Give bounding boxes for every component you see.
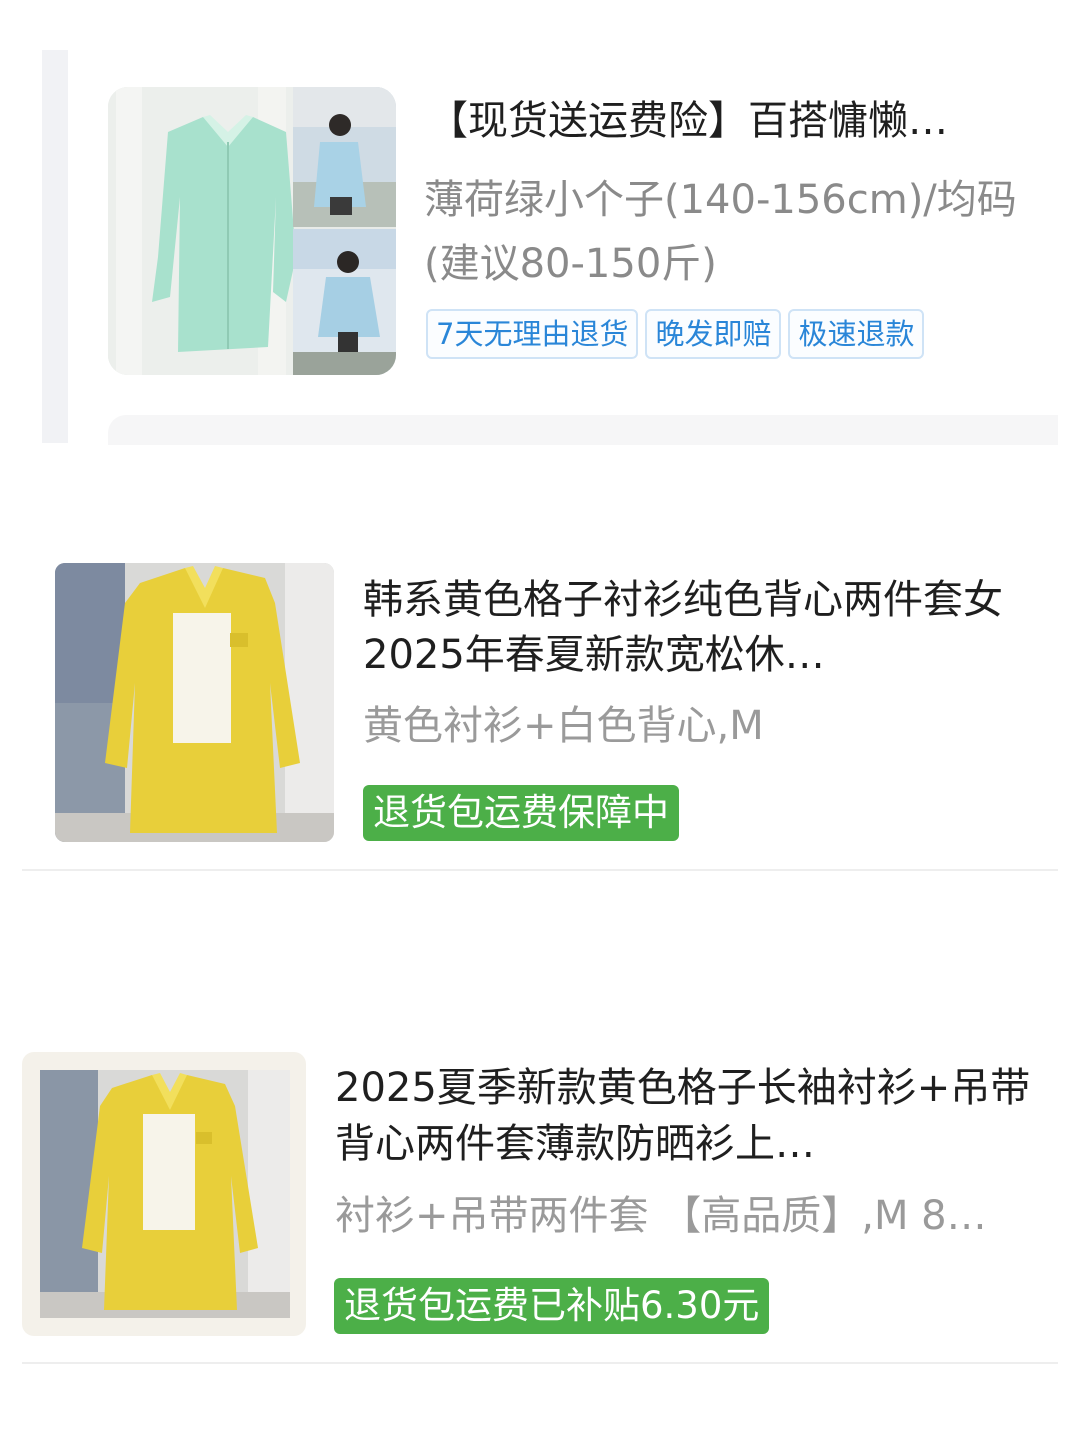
product-title[interactable]: 【现货送运费险】百搭慵懒… [428,92,1038,150]
product-title[interactable]: 韩系黄色格子衬衫纯色背心两件套女2025年春夏新款宽松休… [363,573,1033,683]
order-card-3[interactable]: 2025夏季新款黄色格子长袖衬衫+吊带背心两件套薄款防晒衫上… 衬衫+吊带两件套… [0,1000,1080,1370]
product-spec: 薄荷绿小个子(140-156cm)/均码(建议80-150斤) [424,177,1017,287]
return-shipping-badge: 退货包运费已补贴6.30元 [334,1278,770,1334]
product-spec: 黄色衬衫+白色背心,M [363,703,764,749]
service-tag: 极速退款 [788,309,925,359]
service-tags: 7天无理由退货 晚发即赔 极速退款 [426,309,925,359]
service-tag: 7天无理由退货 [426,309,639,359]
order-card-2[interactable]: 韩系黄色格子衬衫纯色背心两件套女2025年春夏新款宽松休… 黄色衬衫+白色背心,… [0,470,1080,870]
product-thumbnail[interactable] [55,563,334,842]
product-spec: 衬衫+吊带两件套 【高品质】,M 8… [335,1193,987,1239]
product-thumbnail[interactable] [108,87,396,375]
mint-green-shirt-photo [108,87,396,375]
product-title[interactable]: 2025夏季新款黄色格子长袖衬衫+吊带背心两件套薄款防晒衫上… [335,1060,1045,1172]
yellow-plaid-shirt-photo [40,1070,290,1318]
service-tag: 晚发即赔 [645,309,782,359]
yellow-plaid-shirt-photo [55,563,334,842]
divider [22,869,1058,871]
return-shipping-badge: 退货包运费保障中 [363,785,679,841]
product-thumbnail[interactable] [40,1070,290,1318]
card-footer-strip [108,415,1058,445]
card-side-bar [42,50,68,443]
order-card-1[interactable]: 【现货送运费险】百搭慵懒… 薄荷绿小个子(140-156cm)/均码(建议80-… [0,0,1080,470]
divider [22,1362,1058,1364]
order-list-page: 【现货送运费险】百搭慵懒… 薄荷绿小个子(140-156cm)/均码(建议80-… [0,0,1080,1440]
